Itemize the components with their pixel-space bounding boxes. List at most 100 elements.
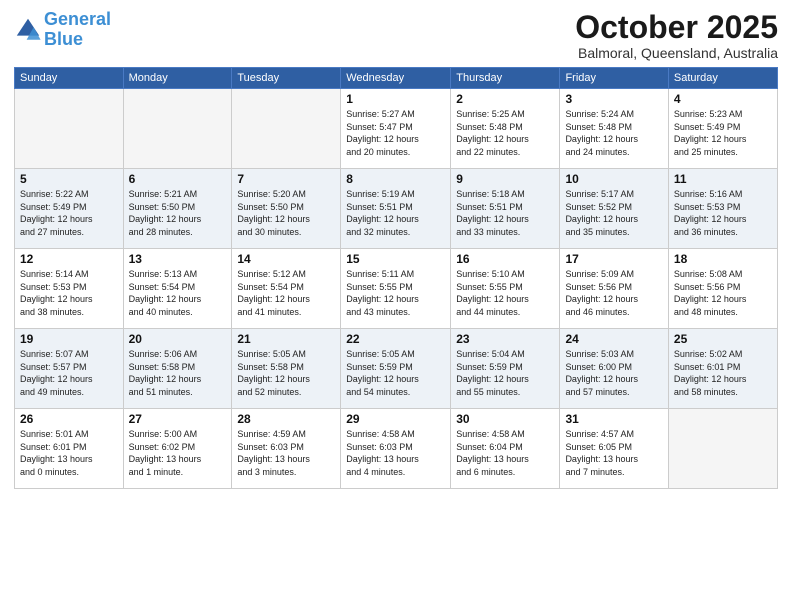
calendar-cell: 8 Sunrise: 5:19 AM Sunset: 5:51 PM Daylig… bbox=[341, 169, 451, 249]
day-info: Sunrise: 5:18 AM Sunset: 5:51 PM Dayligh… bbox=[456, 188, 554, 238]
calendar-cell: 17Sunrise: 5:09 AM Sunset: 5:56 PM Dayli… bbox=[560, 249, 668, 329]
day-info: Sunrise: 5:10 AM Sunset: 5:55 PM Dayligh… bbox=[456, 268, 554, 318]
calendar-cell: 12 Sunrise: 5:14 AM Sunset: 5:53 PM Dayli… bbox=[15, 249, 124, 329]
calendar-cell: 10 Sunrise: 5:17 AM Sunset: 5:52 PM Dayli… bbox=[560, 169, 668, 249]
day-info: Sunrise: 5:27 AM Sunset: 5:47 PM Dayligh… bbox=[346, 108, 445, 158]
day-info: Sunrise: 5:25 AM Sunset: 5:48 PM Dayligh… bbox=[456, 108, 554, 158]
month-title: October 2025 bbox=[575, 10, 778, 45]
day-number: 11 bbox=[674, 172, 772, 186]
day-number: 14 bbox=[237, 252, 335, 266]
day-info: Sunrise: 5:24 AM Sunset: 5:48 PM Dayligh… bbox=[565, 108, 662, 158]
calendar-cell: 14 Sunrise: 5:12 AM Sunset: 5:54 PM Dayli… bbox=[232, 249, 341, 329]
calendar-cell: 9 Sunrise: 5:18 AM Sunset: 5:51 PM Daylig… bbox=[451, 169, 560, 249]
calendar-cell: 31Sunrise: 4:57 AM Sunset: 6:05 PM Dayli… bbox=[560, 409, 668, 489]
day-number: 6 bbox=[129, 172, 227, 186]
day-number: 28 bbox=[237, 412, 335, 426]
calendar-cell: 24Sunrise: 5:03 AM Sunset: 6:00 PM Dayli… bbox=[560, 329, 668, 409]
calendar-cell: 20Sunrise: 5:06 AM Sunset: 5:58 PM Dayli… bbox=[123, 329, 232, 409]
header: General Blue October 2025 Balmoral, Quee… bbox=[14, 10, 778, 61]
day-info: Sunrise: 5:02 AM Sunset: 6:01 PM Dayligh… bbox=[674, 348, 772, 398]
calendar-cell: 5 Sunrise: 5:22 AM Sunset: 5:49 PM Daylig… bbox=[15, 169, 124, 249]
day-info: Sunrise: 5:05 AM Sunset: 5:58 PM Dayligh… bbox=[237, 348, 335, 398]
day-number: 2 bbox=[456, 92, 554, 106]
calendar-cell: 21 Sunrise: 5:05 AM Sunset: 5:58 PM Dayli… bbox=[232, 329, 341, 409]
week-row-2: 5 Sunrise: 5:22 AM Sunset: 5:49 PM Daylig… bbox=[15, 169, 778, 249]
day-number: 23 bbox=[456, 332, 554, 346]
calendar-cell: 4 Sunrise: 5:23 AM Sunset: 5:49 PM Daylig… bbox=[668, 89, 777, 169]
weekday-header-thursday: Thursday bbox=[451, 68, 560, 89]
logo-icon bbox=[14, 16, 42, 44]
day-number: 29 bbox=[346, 412, 445, 426]
calendar-cell: 2 Sunrise: 5:25 AM Sunset: 5:48 PM Daylig… bbox=[451, 89, 560, 169]
day-info: Sunrise: 5:23 AM Sunset: 5:49 PM Dayligh… bbox=[674, 108, 772, 158]
logo-text: General Blue bbox=[44, 10, 111, 50]
title-block: October 2025 Balmoral, Queensland, Austr… bbox=[575, 10, 778, 61]
day-number: 31 bbox=[565, 412, 662, 426]
day-number: 15 bbox=[346, 252, 445, 266]
day-number: 4 bbox=[674, 92, 772, 106]
calendar-cell: 30 Sunrise: 4:58 AM Sunset: 6:04 PM Dayli… bbox=[451, 409, 560, 489]
day-info: Sunrise: 5:17 AM Sunset: 5:52 PM Dayligh… bbox=[565, 188, 662, 238]
calendar-cell: 27 Sunrise: 5:00 AM Sunset: 6:02 PM Dayli… bbox=[123, 409, 232, 489]
day-info: Sunrise: 5:21 AM Sunset: 5:50 PM Dayligh… bbox=[129, 188, 227, 238]
day-number: 8 bbox=[346, 172, 445, 186]
weekday-header-wednesday: Wednesday bbox=[341, 68, 451, 89]
day-number: 18 bbox=[674, 252, 772, 266]
day-info: Sunrise: 5:00 AM Sunset: 6:02 PM Dayligh… bbox=[129, 428, 227, 478]
day-number: 25 bbox=[674, 332, 772, 346]
calendar-cell: 19Sunrise: 5:07 AM Sunset: 5:57 PM Dayli… bbox=[15, 329, 124, 409]
day-number: 12 bbox=[20, 252, 118, 266]
logo: General Blue bbox=[14, 10, 111, 50]
day-info: Sunrise: 5:19 AM Sunset: 5:51 PM Dayligh… bbox=[346, 188, 445, 238]
day-info: Sunrise: 5:08 AM Sunset: 5:56 PM Dayligh… bbox=[674, 268, 772, 318]
weekday-header-sunday: Sunday bbox=[15, 68, 124, 89]
calendar-cell: 23 Sunrise: 5:04 AM Sunset: 5:59 PM Dayli… bbox=[451, 329, 560, 409]
calendar-cell: 26 Sunrise: 5:01 AM Sunset: 6:01 PM Dayli… bbox=[15, 409, 124, 489]
day-number: 30 bbox=[456, 412, 554, 426]
day-info: Sunrise: 4:58 AM Sunset: 6:03 PM Dayligh… bbox=[346, 428, 445, 478]
calendar-cell: 18 Sunrise: 5:08 AM Sunset: 5:56 PM Dayli… bbox=[668, 249, 777, 329]
day-info: Sunrise: 5:01 AM Sunset: 6:01 PM Dayligh… bbox=[20, 428, 118, 478]
day-number: 27 bbox=[129, 412, 227, 426]
day-number: 1 bbox=[346, 92, 445, 106]
calendar-cell: 13 Sunrise: 5:13 AM Sunset: 5:54 PM Dayli… bbox=[123, 249, 232, 329]
day-number: 17 bbox=[565, 252, 662, 266]
day-info: Sunrise: 5:14 AM Sunset: 5:53 PM Dayligh… bbox=[20, 268, 118, 318]
calendar-cell: 28 Sunrise: 4:59 AM Sunset: 6:03 PM Dayli… bbox=[232, 409, 341, 489]
calendar-cell: 1 Sunrise: 5:27 AM Sunset: 5:47 PM Daylig… bbox=[341, 89, 451, 169]
day-info: Sunrise: 5:13 AM Sunset: 5:54 PM Dayligh… bbox=[129, 268, 227, 318]
weekday-header-monday: Monday bbox=[123, 68, 232, 89]
calendar-cell: 16 Sunrise: 5:10 AM Sunset: 5:55 PM Dayli… bbox=[451, 249, 560, 329]
day-number: 7 bbox=[237, 172, 335, 186]
day-number: 5 bbox=[20, 172, 118, 186]
calendar-cell: 3Sunrise: 5:24 AM Sunset: 5:48 PM Daylig… bbox=[560, 89, 668, 169]
day-number: 21 bbox=[237, 332, 335, 346]
day-number: 22 bbox=[346, 332, 445, 346]
day-info: Sunrise: 5:22 AM Sunset: 5:49 PM Dayligh… bbox=[20, 188, 118, 238]
day-info: Sunrise: 5:05 AM Sunset: 5:59 PM Dayligh… bbox=[346, 348, 445, 398]
day-info: Sunrise: 4:58 AM Sunset: 6:04 PM Dayligh… bbox=[456, 428, 554, 478]
calendar-cell: 25 Sunrise: 5:02 AM Sunset: 6:01 PM Dayli… bbox=[668, 329, 777, 409]
calendar-cell bbox=[15, 89, 124, 169]
weekday-header-row: SundayMondayTuesdayWednesdayThursdayFrid… bbox=[15, 68, 778, 89]
day-info: Sunrise: 5:11 AM Sunset: 5:55 PM Dayligh… bbox=[346, 268, 445, 318]
weekday-header-tuesday: Tuesday bbox=[232, 68, 341, 89]
day-info: Sunrise: 5:20 AM Sunset: 5:50 PM Dayligh… bbox=[237, 188, 335, 238]
week-row-3: 12 Sunrise: 5:14 AM Sunset: 5:53 PM Dayli… bbox=[15, 249, 778, 329]
day-info: Sunrise: 5:04 AM Sunset: 5:59 PM Dayligh… bbox=[456, 348, 554, 398]
weekday-header-saturday: Saturday bbox=[668, 68, 777, 89]
calendar-cell: 7 Sunrise: 5:20 AM Sunset: 5:50 PM Daylig… bbox=[232, 169, 341, 249]
day-number: 13 bbox=[129, 252, 227, 266]
day-info: Sunrise: 5:06 AM Sunset: 5:58 PM Dayligh… bbox=[129, 348, 227, 398]
day-number: 19 bbox=[20, 332, 118, 346]
day-number: 24 bbox=[565, 332, 662, 346]
location: Balmoral, Queensland, Australia bbox=[575, 45, 778, 61]
day-number: 26 bbox=[20, 412, 118, 426]
calendar-cell bbox=[668, 409, 777, 489]
day-info: Sunrise: 5:12 AM Sunset: 5:54 PM Dayligh… bbox=[237, 268, 335, 318]
day-info: Sunrise: 4:59 AM Sunset: 6:03 PM Dayligh… bbox=[237, 428, 335, 478]
day-number: 16 bbox=[456, 252, 554, 266]
day-number: 9 bbox=[456, 172, 554, 186]
day-number: 10 bbox=[565, 172, 662, 186]
page-container: General Blue October 2025 Balmoral, Quee… bbox=[0, 0, 792, 495]
